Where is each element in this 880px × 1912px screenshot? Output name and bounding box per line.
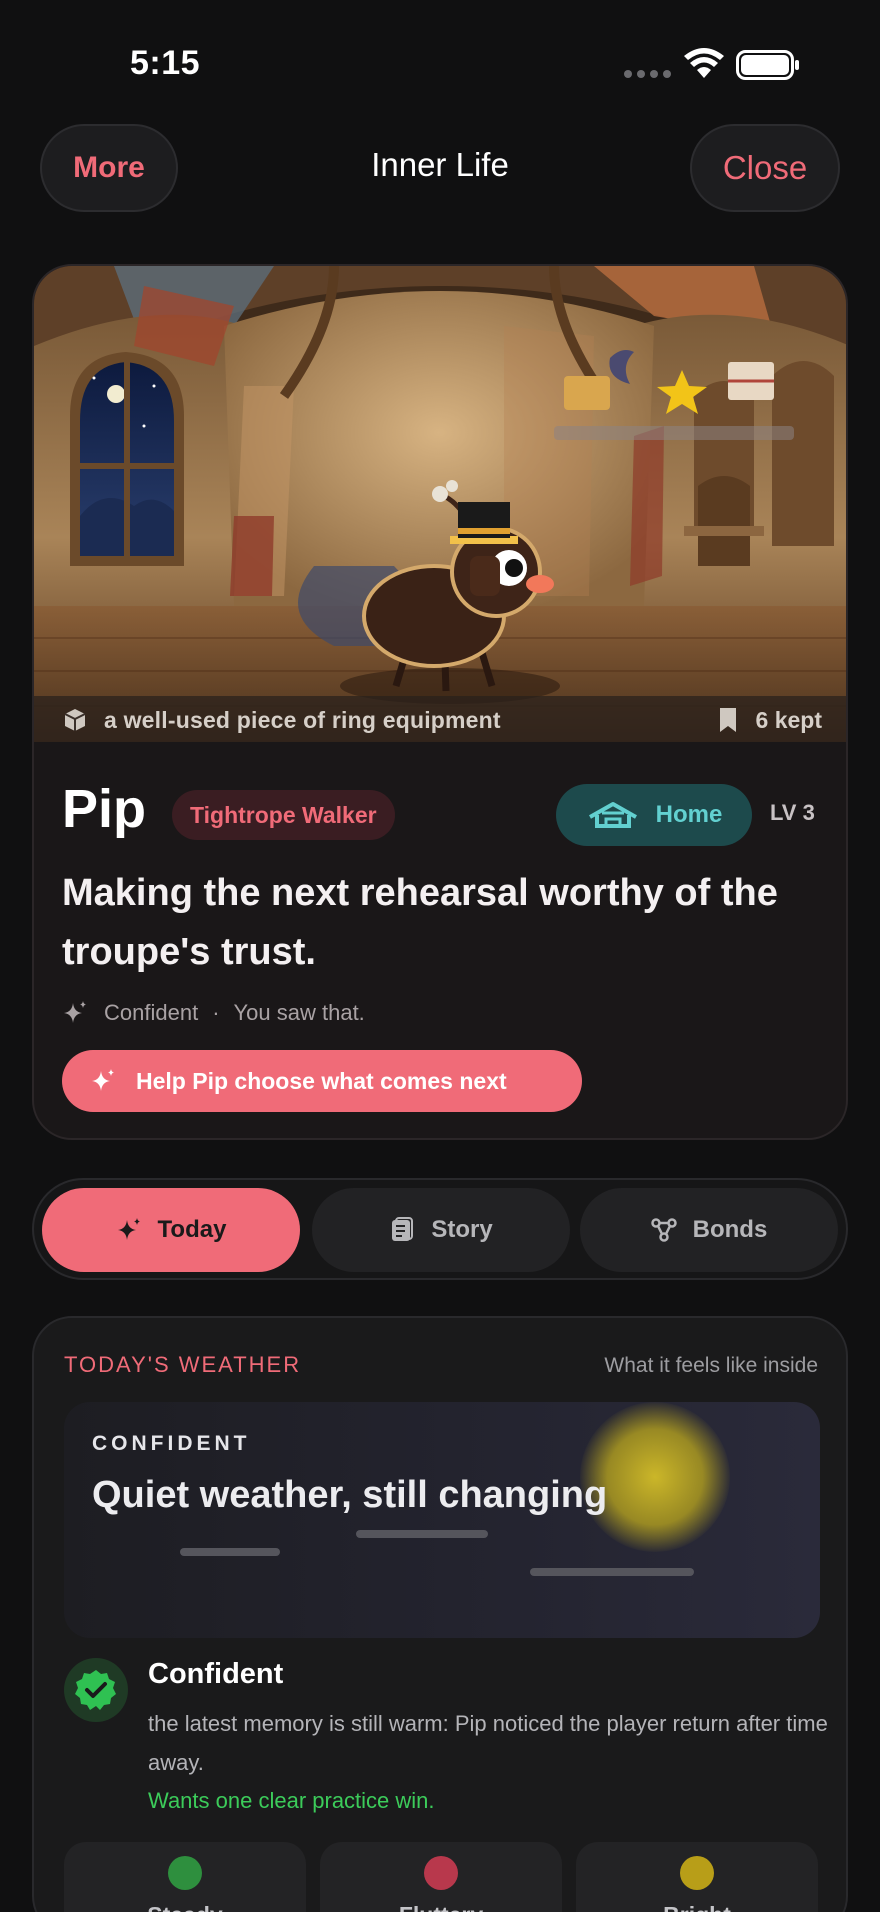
- trait-label: Fluttery: [320, 1902, 562, 1912]
- tab-story-label: Story: [431, 1216, 493, 1243]
- journal-icon: [392, 1217, 414, 1241]
- home-location-badge[interactable]: Home: [556, 784, 752, 846]
- weather-panel: CONFIDENT Quiet weather, still changing: [64, 1402, 820, 1638]
- room-illustration: [34, 266, 846, 742]
- tab-story[interactable]: Story: [312, 1188, 570, 1272]
- mood-label: Confident: [104, 1000, 199, 1025]
- pet-hero-card: a well-used piece of ring equipment 6 ke…: [32, 264, 848, 1140]
- sparkle-icon: [117, 1218, 140, 1240]
- mood-row: Confident · You saw that.: [62, 1000, 365, 1026]
- state-title: Confident: [148, 1658, 284, 1690]
- battery-icon: [736, 50, 799, 80]
- level-indicator: LV 3: [770, 800, 815, 825]
- sparkle-icon: [92, 1069, 114, 1091]
- mood-separator: ·: [212, 1000, 220, 1025]
- weather-heading: TODAY'S WEATHER: [64, 1352, 302, 1377]
- mood-note: You saw that.: [233, 1000, 365, 1025]
- tab-bonds-label: Bonds: [692, 1216, 768, 1243]
- trait-card-bright[interactable]: Bright: [576, 1842, 818, 1912]
- weather-card: TODAY'S WEATHER What it feels like insid…: [32, 1316, 848, 1912]
- status-bar: 5:15: [0, 0, 880, 120]
- status-time: 5:15: [130, 44, 201, 82]
- trait-label: Steady: [64, 1902, 306, 1912]
- pet-room-scene[interactable]: a well-used piece of ring equipment 6 ke…: [34, 266, 846, 742]
- home-icon: [588, 802, 637, 828]
- trait-card-fluttery[interactable]: Fluttery: [320, 1842, 562, 1912]
- weather-subheading: What it feels like inside: [604, 1354, 818, 1377]
- help-choose-label: Help Pip choose what comes next: [136, 1067, 507, 1094]
- package-icon: [64, 709, 86, 731]
- state-want: Wants one clear practice win.: [148, 1788, 435, 1813]
- weather-tag: CONFIDENT: [92, 1432, 251, 1455]
- state-description: the latest memory is still warm: Pip not…: [148, 1711, 828, 1775]
- trait-card-steady[interactable]: Steady: [64, 1842, 306, 1912]
- pet-goal: Making the next rehearsal worthy of the …: [62, 872, 778, 973]
- bookmark-icon: [719, 708, 736, 732]
- weather-title: Quiet weather, still changing: [92, 1474, 608, 1516]
- cellular-signal-icon: [624, 70, 671, 78]
- sparkle-icon: [64, 1001, 86, 1023]
- trait-label: Bright: [576, 1902, 818, 1912]
- section-tabs: Today Story Bonds: [32, 1178, 848, 1280]
- trait-dot: [424, 1856, 458, 1890]
- bonds-icon: [650, 1218, 677, 1242]
- tab-today-label: Today: [157, 1216, 227, 1243]
- cloud-streak: [180, 1548, 280, 1556]
- pet-name: Pip: [62, 779, 147, 839]
- tab-bonds[interactable]: Bonds: [580, 1188, 838, 1272]
- item-caption: a well-used piece of ring equipment: [104, 706, 501, 733]
- cloud-streak: [356, 1530, 488, 1538]
- trait-dot: [168, 1856, 202, 1890]
- close-button[interactable]: Close: [690, 124, 840, 212]
- cloud-streak: [530, 1568, 694, 1576]
- trait-dot: [680, 1856, 714, 1890]
- check-badge-icon: [64, 1658, 128, 1722]
- wifi-icon: [684, 48, 724, 78]
- caption-bar: a well-used piece of ring equipment 6 ke…: [34, 696, 846, 742]
- home-label: Home: [655, 801, 723, 828]
- kept-count: 6 kept: [755, 706, 822, 733]
- help-choose-button[interactable]: Help Pip choose what comes next: [62, 1050, 582, 1112]
- tab-today[interactable]: Today: [42, 1188, 300, 1272]
- role-badge: Tightrope Walker: [172, 790, 395, 840]
